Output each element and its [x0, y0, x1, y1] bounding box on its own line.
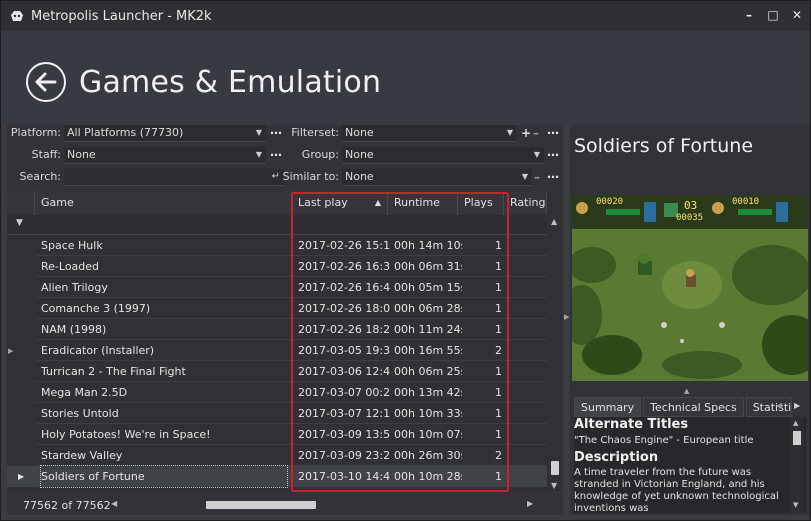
app-logo-icon	[9, 8, 25, 24]
platform-value: All Platforms (77730)	[67, 126, 184, 139]
tabs-scroll-left-icon[interactable]: ◀	[776, 401, 782, 410]
tab-summary[interactable]: Summary	[574, 397, 642, 417]
vertical-scrollbar[interactable]: ▲ ▼	[547, 215, 563, 491]
similar-label: Similar to:	[282, 170, 339, 183]
chevron-down-icon: ▼	[521, 172, 528, 181]
back-button[interactable]	[26, 62, 66, 102]
hud-player1-score: 00020	[596, 197, 624, 207]
cell-game: Alien Trilogy	[41, 281, 108, 294]
column-header-game[interactable]: Game	[35, 191, 292, 215]
tab-technical-specs[interactable]: Technical Specs	[643, 397, 744, 417]
close-button[interactable]: ✕	[790, 7, 804, 23]
similar-value: None	[345, 170, 374, 183]
search-label: Search:	[19, 170, 62, 183]
filterset-more-button[interactable]: ⋯	[547, 125, 559, 142]
window-title: Metropolis Launcher - MK2k	[31, 8, 212, 24]
scroll-up-icon[interactable]: ▲	[551, 217, 557, 226]
filterset-value: None	[345, 126, 374, 139]
summary-scroll-down-icon[interactable]: ▼	[793, 501, 798, 509]
back-arrow-icon	[35, 72, 57, 92]
staff-select[interactable]: None ▼	[64, 147, 266, 164]
group-value: None	[345, 148, 374, 161]
hud-player2-score: 00010	[732, 197, 760, 207]
group-label: Group:	[301, 148, 339, 161]
column-header-rating[interactable]: Rating	[504, 191, 547, 215]
annotation-highlight	[291, 192, 509, 492]
cell-game: Eradicator (Installer)	[41, 344, 155, 357]
filter-icon: ▼	[16, 218, 23, 228]
similar-more-button[interactable]: ⋯	[547, 169, 559, 186]
tabs-scroll-right-icon[interactable]: ▶	[794, 401, 800, 410]
description-text: A time traveler from the future was stra…	[574, 467, 779, 513]
staff-value: None	[67, 148, 96, 161]
staff-label: Staff:	[31, 148, 61, 161]
summary-scroll-thumb[interactable]	[793, 431, 801, 445]
cell-game: NAM (1998)	[41, 323, 107, 336]
cell-game: Turrican 2 - The Final Fight	[41, 365, 186, 378]
summary-scrollbar[interactable]: ▲ ▼	[790, 417, 804, 513]
horizontal-scrollbar[interactable]: ◀ ▶	[111, 498, 541, 512]
right-splitter-arrow-icon[interactable]: ▶	[564, 313, 569, 321]
summary-panel: Alternate Titles "The Chaos Engine" - Eu…	[574, 417, 806, 513]
hud-counter: 03	[684, 199, 698, 212]
title-bar: Metropolis Launcher - MK2k – □ ✕	[1, 1, 810, 31]
scroll-right-icon[interactable]: ▶	[527, 499, 533, 508]
cell-game: Comanche 3 (1997)	[41, 302, 151, 315]
cell-game: Holy Potatoes! We're in Space!	[41, 428, 211, 441]
game-screenshot: 00020 03 00035 00010	[572, 195, 808, 381]
row-header-corner	[7, 191, 35, 215]
chevron-down-icon: ▼	[255, 150, 262, 159]
description-heading: Description	[574, 450, 659, 465]
page-title: Games & Emulation	[79, 65, 382, 100]
column-header-rating-label: Rating	[510, 196, 546, 209]
cell-game: Re-Loaded	[41, 260, 100, 273]
platform-select[interactable]: All Platforms (77730) ▼	[64, 125, 266, 142]
left-splitter-arrow-icon[interactable]: ▶	[8, 347, 13, 355]
group-select[interactable]: None ▼	[342, 147, 544, 164]
alt-titles-text: "The Chaos Engine" - European title	[574, 435, 754, 446]
similar-remove-button[interactable]: –	[534, 169, 540, 186]
filterset-add-button[interactable]: +	[521, 125, 531, 142]
platform-label: Platform:	[10, 126, 61, 139]
scroll-down-icon[interactable]: ▼	[551, 481, 557, 490]
app-window: Metropolis Launcher - MK2k – □ ✕ Games &…	[0, 0, 811, 521]
cell-game: Stardew Valley	[41, 449, 123, 462]
group-more-button[interactable]: ⋯	[547, 147, 559, 164]
details-title: Soldiers of Fortune	[574, 135, 754, 157]
game-count: 77562 of 77562	[23, 499, 111, 512]
maximize-button[interactable]: □	[766, 7, 780, 23]
scroll-left-icon[interactable]: ◀	[111, 499, 117, 508]
details-tabs: Summary Technical Specs Statistic	[574, 397, 794, 417]
filterset-remove-button[interactable]: –	[533, 125, 539, 142]
similar-select[interactable]: None ▼	[342, 169, 532, 186]
search-input[interactable]: ↵	[64, 169, 284, 186]
cell-game: Stories Untold	[41, 407, 119, 420]
chevron-down-icon: ▼	[506, 128, 513, 137]
filterset-label: Filterset:	[291, 126, 339, 139]
current-row-indicator-icon: ▶	[18, 472, 25, 481]
details-pane: Soldiers of Fortune 00020 03 00035 00010…	[570, 125, 810, 515]
page-header: Games & Emulation	[1, 31, 810, 125]
details-splitter-arrow-icon[interactable]: ▲	[684, 387, 689, 395]
tab-statistics[interactable]: Statistic	[745, 397, 792, 417]
hud-sub-counter: 00035	[676, 213, 704, 223]
column-header-game-label: Game	[41, 196, 74, 209]
horizontal-scroll-thumb[interactable]	[206, 501, 316, 509]
vertical-scroll-thumb[interactable]	[551, 461, 559, 475]
cell-game: Soldiers of Fortune	[40, 465, 288, 488]
chevron-down-icon: ▼	[533, 150, 540, 159]
cell-game: Space Hulk	[41, 239, 103, 252]
chevron-down-icon: ▼	[255, 128, 262, 137]
cell-game: Mega Man 2.5D	[41, 386, 128, 399]
minimize-button[interactable]: –	[742, 7, 756, 23]
filterset-select[interactable]: None ▼	[342, 125, 517, 142]
alt-titles-heading: Alternate Titles	[574, 417, 689, 432]
summary-scroll-up-icon[interactable]: ▲	[793, 419, 798, 427]
